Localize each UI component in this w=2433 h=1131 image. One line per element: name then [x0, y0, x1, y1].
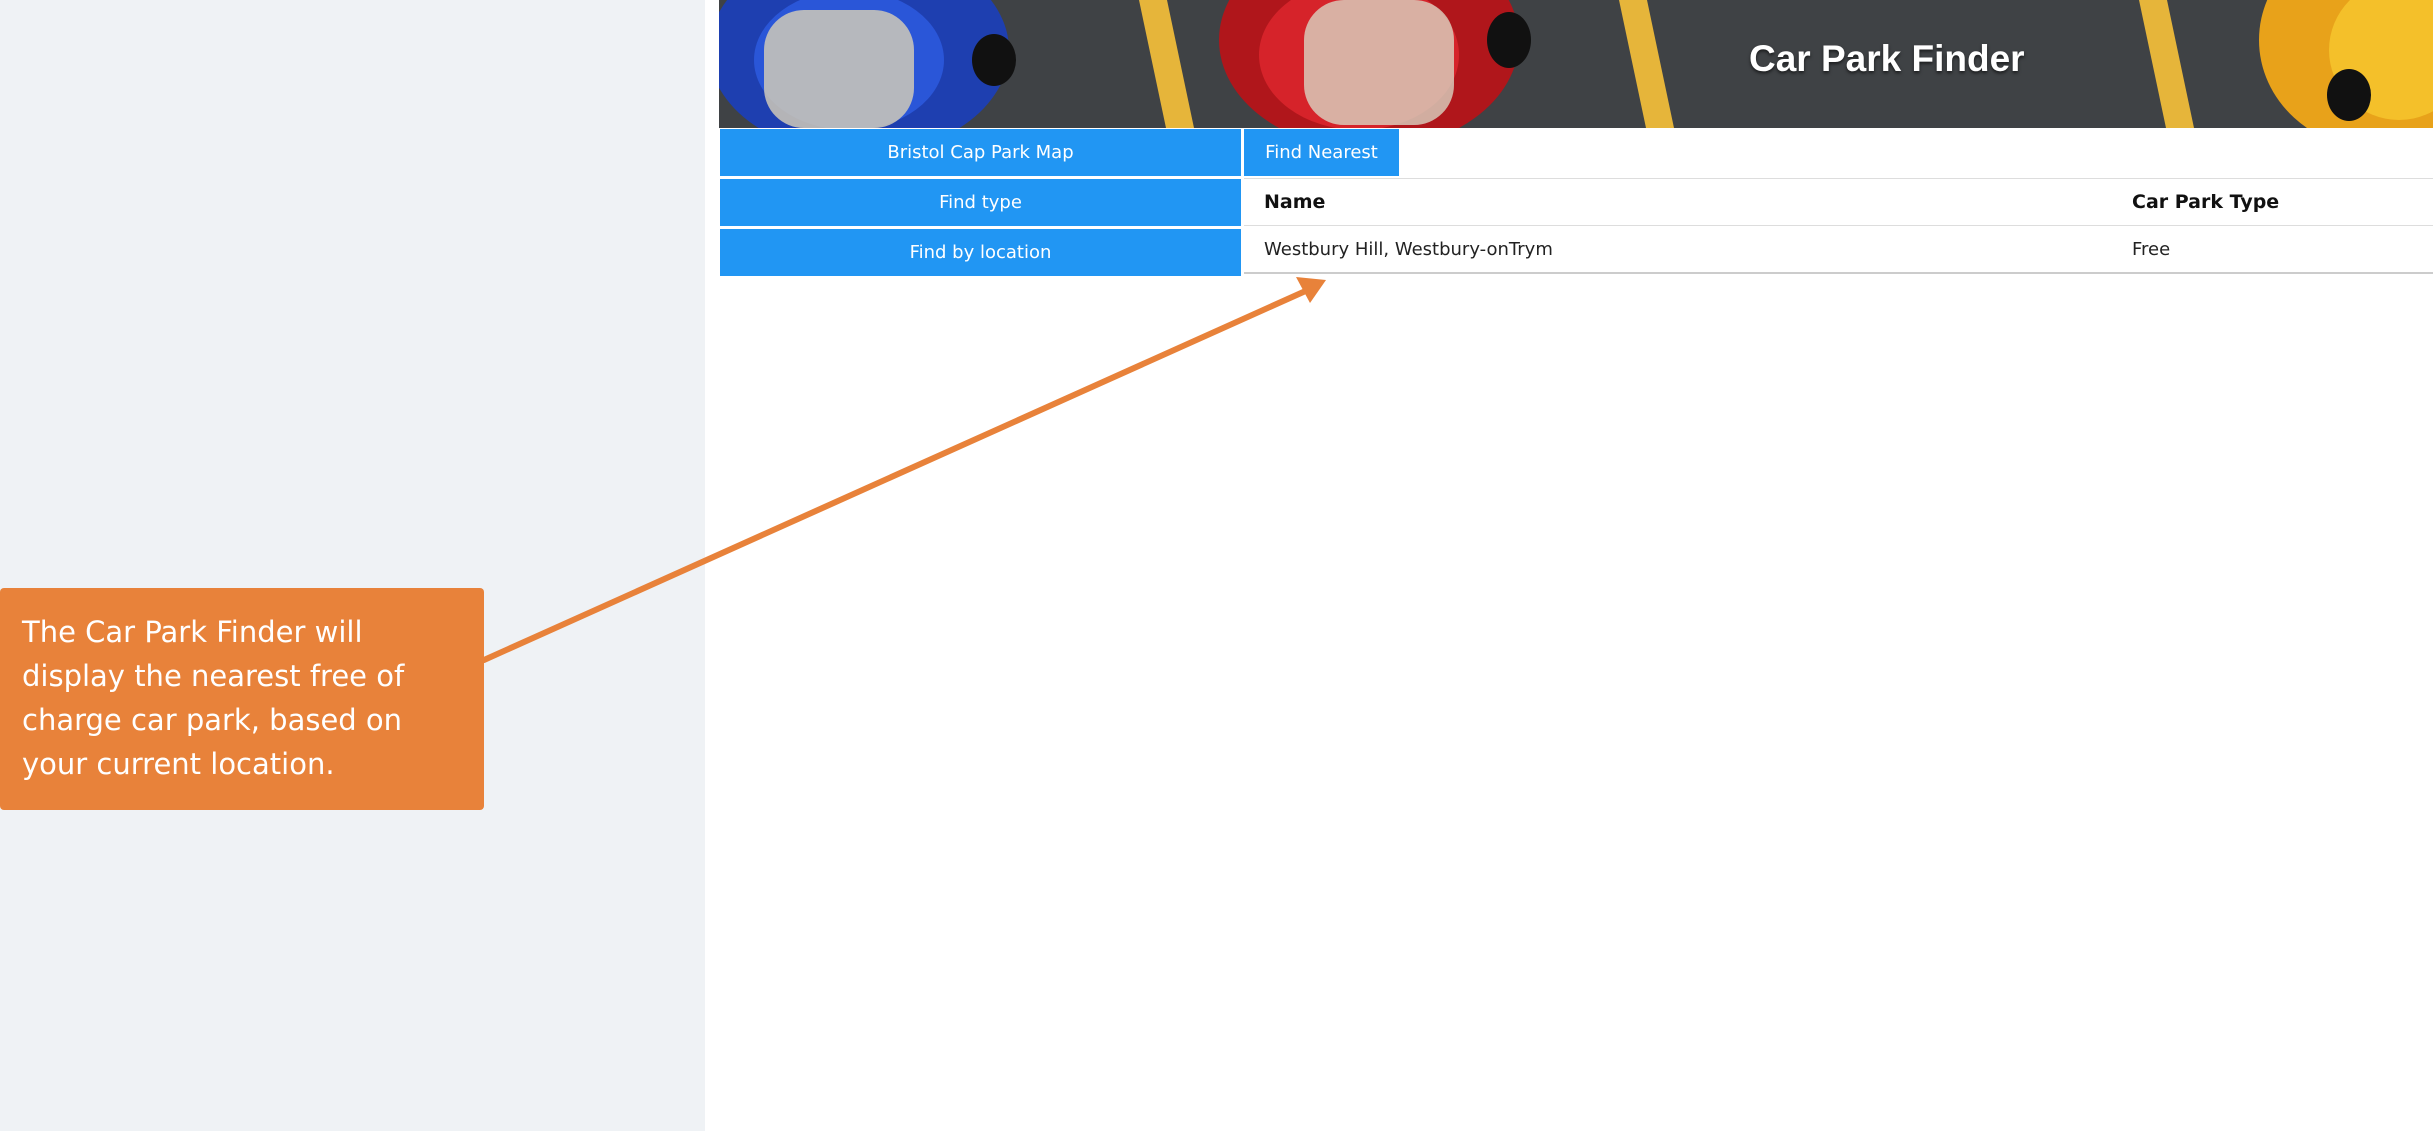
column-header-name: Name	[1264, 191, 1326, 213]
table-bottom-rule	[1244, 272, 2433, 274]
red-car	[1219, 0, 1531, 128]
page-title: Car Park Finder	[1749, 38, 2025, 79]
column-header-type: Car Park Type	[2132, 191, 2280, 213]
annotation-callout: The Car Park Finder will display the nea…	[0, 588, 484, 810]
car-park-finder-app: Car Park Finder Bristol Cap Park Map Fin…	[719, 0, 2433, 1131]
table-cell-name: Westbury Hill, Westbury-onTrym	[1264, 239, 1553, 260]
table-cell-type: Free	[2132, 239, 2171, 260]
blue-car	[719, 0, 1016, 128]
presentation-side-panel	[0, 0, 705, 1131]
header-banner: Car Park Finder	[719, 0, 2433, 128]
find-type-button[interactable]: Find type	[720, 179, 1241, 226]
find-nearest-button[interactable]: Find Nearest	[1244, 129, 1399, 176]
table-top-rule	[1244, 178, 2433, 179]
bristol-car-park-map-button[interactable]: Bristol Cap Park Map	[720, 129, 1241, 176]
table-header-rule	[1244, 225, 2433, 226]
find-by-location-button[interactable]: Find by location	[720, 229, 1241, 276]
